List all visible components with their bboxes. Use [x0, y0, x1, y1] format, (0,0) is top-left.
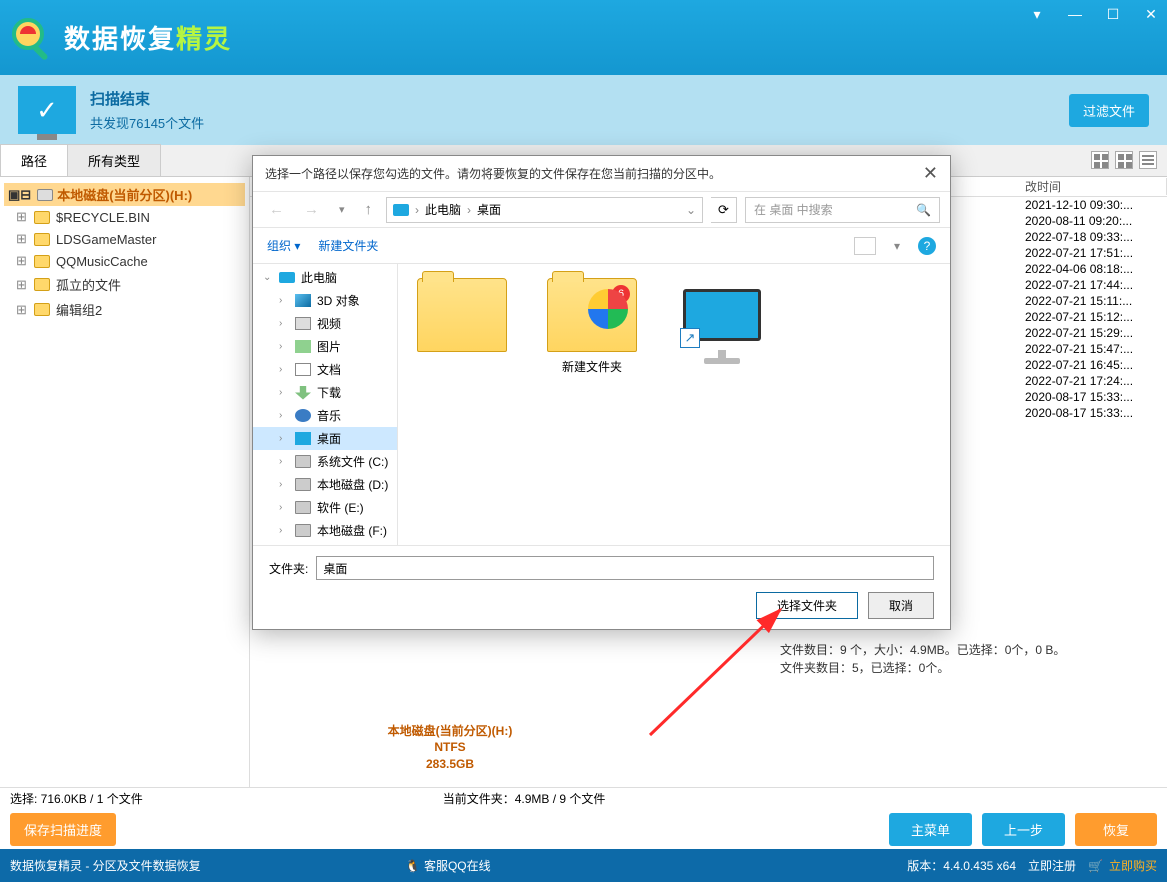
recover-button[interactable]: 恢复: [1075, 813, 1157, 846]
doc-icon: [295, 363, 311, 376]
view-small-icon[interactable]: [1115, 151, 1133, 169]
maximize-icon[interactable]: ☐: [1103, 6, 1123, 23]
nav-history-icon[interactable]: ▾: [333, 201, 351, 218]
address-bar[interactable]: › 此电脑 › 桌面 ⌄: [386, 197, 703, 223]
nav-tree-item[interactable]: ›视频: [253, 312, 397, 335]
shortcut-icon: [677, 278, 767, 352]
folder-icon: [34, 211, 50, 224]
current-folder-info: 当前文件夹：4.9MB / 9 个文件: [443, 790, 606, 807]
view-list-icon[interactable]: [1139, 151, 1157, 169]
dropdown-icon[interactable]: ▾: [1027, 6, 1047, 23]
filter-files-button[interactable]: 过滤文件: [1069, 94, 1149, 127]
desk-icon: [295, 432, 311, 445]
computer-icon: [393, 204, 409, 216]
main-menu-button[interactable]: 主菜单: [889, 813, 972, 846]
tab-path[interactable]: 路径: [0, 144, 68, 176]
pic-icon: [295, 340, 311, 353]
refresh-icon[interactable]: ⟳: [711, 197, 737, 223]
cube-icon: [295, 294, 311, 307]
magnifier-icon: [8, 14, 56, 62]
app-title-a: 数据恢复: [64, 19, 176, 56]
tree-item[interactable]: ⊞$RECYCLE.BIN: [4, 206, 245, 228]
file-item[interactable]: 6新建文件夹: [542, 278, 642, 375]
vid-icon: [295, 317, 311, 330]
hdd-icon: [295, 455, 311, 468]
folder-icon: [34, 303, 50, 316]
titlebar: 数据恢复 精灵 ▾ — ☐ ✕: [0, 0, 1167, 75]
select-folder-button[interactable]: 选择文件夹: [756, 592, 858, 619]
folder-label: 文件夹:: [269, 560, 308, 577]
search-input[interactable]: 在 桌面 中搜索 🔍: [745, 197, 940, 223]
monitor-check-icon: ✓: [18, 86, 76, 134]
browse-folder-dialog: 选择一个路径以保存您勾选的文件。请勿将要恢复的文件保存在您当前扫描的分区中。 ✕…: [252, 155, 951, 630]
tree-root-label: 本地磁盘(当前分区)(H:): [57, 185, 192, 204]
folder-icon: [34, 278, 50, 291]
music-icon: [295, 409, 311, 422]
nav-tree-item[interactable]: ›本地磁盘 (F:): [253, 519, 397, 542]
computer-icon: [279, 272, 295, 283]
nav-tree-item[interactable]: ›桌面: [253, 427, 397, 450]
tab-all-types[interactable]: 所有类型: [67, 144, 161, 176]
help-icon[interactable]: ?: [918, 237, 936, 255]
tree-root[interactable]: ▣⊟ 本地磁盘(当前分区)(H:): [4, 183, 245, 206]
scan-found-count: 共发现76145个文件: [90, 113, 204, 132]
app-title-b: 精灵: [176, 19, 232, 56]
tree-this-pc[interactable]: ⌄ 此电脑: [253, 266, 397, 289]
tree-item[interactable]: ⊞编辑组2: [4, 297, 245, 322]
dl-icon: [295, 386, 311, 400]
folder-name-input[interactable]: [316, 556, 934, 580]
app-logo: 数据恢复 精灵: [8, 14, 232, 62]
nav-up-icon[interactable]: ↑: [359, 199, 379, 220]
folder-tree: ▣⊟ 本地磁盘(当前分区)(H:) ⊞$RECYCLE.BIN⊞LDSGameM…: [0, 177, 250, 787]
cart-icon: 🛒: [1088, 859, 1103, 873]
file-item[interactable]: [412, 278, 512, 358]
dialog-close-icon[interactable]: ✕: [923, 163, 938, 184]
nav-tree-item[interactable]: ›图片: [253, 335, 397, 358]
nav-tree-item[interactable]: ›3D 对象: [253, 289, 397, 312]
folder-icon: [34, 255, 50, 268]
nav-tree-item[interactable]: ›文档: [253, 358, 397, 381]
disk-card: 本地磁盘(当前分区)(H:) NTFS 283.5GB: [380, 723, 520, 773]
nav-back-icon[interactable]: ←: [263, 199, 290, 220]
nav-tree-item[interactable]: ›本地磁盘 (D:): [253, 473, 397, 496]
penguin-icon: 🐧: [405, 859, 420, 873]
nav-forward-icon[interactable]: →: [298, 199, 325, 220]
action-row: 保存扫描进度 主菜单 上一步 恢复: [0, 809, 1167, 849]
minimize-icon[interactable]: —: [1065, 6, 1085, 23]
search-icon: 🔍: [916, 203, 931, 217]
close-icon[interactable]: ✕: [1141, 6, 1161, 23]
hdd-icon: [295, 524, 311, 537]
file-item[interactable]: [672, 278, 772, 358]
nav-tree-item[interactable]: ›系统文件 (C:): [253, 450, 397, 473]
previous-button[interactable]: 上一步: [982, 813, 1065, 846]
scan-heading: 扫描结束: [90, 88, 204, 109]
selection-status-bar: 选择: 716.0KB / 1 个文件 当前文件夹：4.9MB / 9 个文件: [0, 787, 1167, 809]
tree-item[interactable]: ⊞LDSGameMaster: [4, 228, 245, 250]
tree-item[interactable]: ⊞QQMusicCache: [4, 250, 245, 272]
view-large-icon[interactable]: [1091, 151, 1109, 169]
dialog-title: 选择一个路径以保存您勾选的文件。请勿将要恢复的文件保存在您当前扫描的分区中。: [265, 165, 721, 182]
folder-icon: [34, 233, 50, 246]
organize-menu[interactable]: 组织 ▾: [267, 237, 300, 254]
folder-icon: 6: [547, 278, 637, 352]
col-modified[interactable]: 改时间: [1017, 178, 1167, 195]
nav-tree-item[interactable]: ›软件 (E:): [253, 496, 397, 519]
hdd-icon: [295, 478, 311, 491]
disk-icon: [37, 189, 53, 201]
nav-tree-item[interactable]: ›音乐: [253, 404, 397, 427]
nav-tree-item[interactable]: ›下载: [253, 381, 397, 404]
new-folder-button[interactable]: 新建文件夹: [318, 237, 378, 254]
save-progress-button[interactable]: 保存扫描进度: [10, 813, 116, 846]
hdd-icon: [295, 501, 311, 514]
selected-info: 选择: 716.0KB / 1 个文件: [10, 790, 143, 807]
folder-icon: [417, 278, 507, 352]
file-summary: 文件数目：9 个，大小：4.9MB。已选择：0个，0 B。 文件夹数目：5，已选…: [780, 641, 1065, 677]
tree-item[interactable]: ⊞孤立的文件: [4, 272, 245, 297]
footer: 数据恢复精灵 - 分区及文件数据恢复 🐧 客服QQ在线 版本：4.4.0.435…: [0, 849, 1167, 882]
dialog-file-view: 6新建文件夹: [398, 264, 950, 545]
view-options-icon[interactable]: [854, 237, 876, 255]
cancel-button[interactable]: 取消: [868, 592, 934, 619]
scan-status-bar: ✓ 扫描结束 共发现76145个文件 过滤文件: [0, 75, 1167, 145]
dialog-nav-tree: ⌄ 此电脑 ›3D 对象›视频›图片›文档›下载›音乐›桌面›系统文件 (C:)…: [253, 264, 398, 545]
